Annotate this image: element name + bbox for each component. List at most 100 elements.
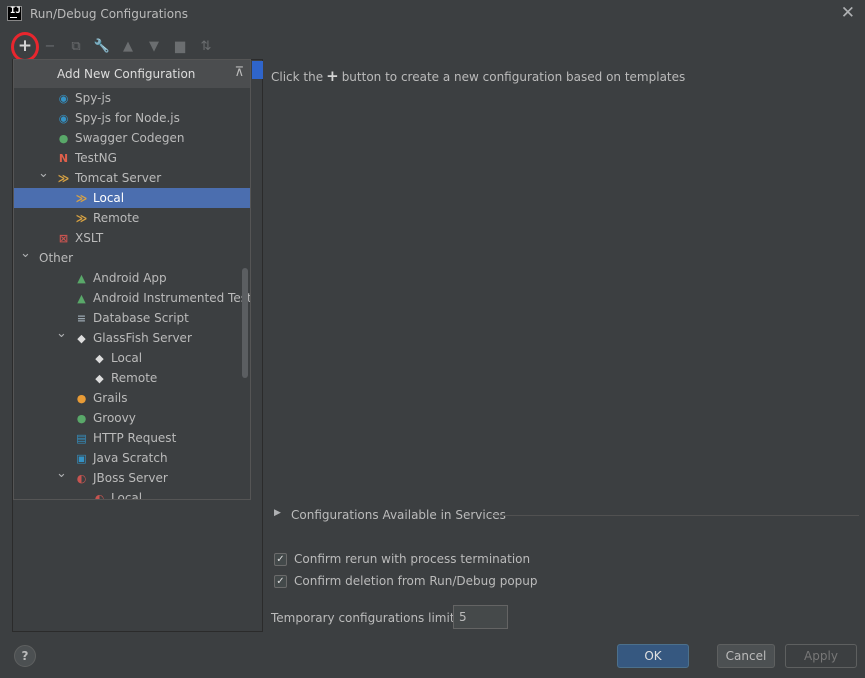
tree-item-label: GlassFish Server bbox=[93, 331, 192, 345]
chevron-down-icon[interactable]: ⌄ bbox=[38, 164, 49, 184]
collapse-all-icon[interactable]: ⊼ bbox=[234, 65, 244, 80]
tree-item[interactable]: ◆ Remote bbox=[14, 368, 250, 388]
arrow-down-icon[interactable]: ▼ bbox=[143, 36, 165, 58]
plus-icon: + bbox=[326, 67, 339, 85]
grails-icon: ● bbox=[76, 392, 87, 405]
close-icon[interactable]: ✕ bbox=[841, 3, 855, 23]
jboss-icon: ◐ bbox=[76, 472, 87, 485]
minus-icon[interactable]: − bbox=[39, 36, 61, 58]
scrollbar[interactable] bbox=[242, 268, 248, 378]
tree-item[interactable]: ◐ Local bbox=[14, 488, 250, 500]
confirm-rerun-label[interactable]: Confirm rerun with process termination bbox=[294, 552, 530, 566]
tree-item-label: Local bbox=[111, 351, 143, 365]
cancel-button[interactable]: Cancel bbox=[717, 644, 775, 668]
highlight-circle bbox=[11, 32, 39, 62]
tree-item[interactable]: ● Swagger Codegen bbox=[14, 128, 250, 148]
arrow-up-icon[interactable]: ▲ bbox=[117, 36, 139, 58]
tree-item-label: Android App bbox=[93, 271, 167, 285]
popup-header: Add New Configuration ⊼ bbox=[14, 60, 250, 88]
tree-item-label: Android Instrumented Tests bbox=[93, 291, 251, 305]
empty-state-hint: Click the + button to create a new configu… bbox=[271, 67, 685, 85]
tree-item[interactable]: ◆ Local bbox=[14, 348, 250, 368]
android-test-icon: ▲ bbox=[77, 292, 86, 305]
tree-item[interactable]: ⌄ ◆ GlassFish Server bbox=[14, 326, 250, 348]
services-section[interactable]: ▶ Configurations Available in Services bbox=[274, 507, 859, 525]
tree-item[interactable]: ≫ Remote bbox=[14, 208, 250, 228]
services-label[interactable]: Configurations Available in Services bbox=[291, 508, 506, 522]
expand-arrow-icon[interactable]: ▶ bbox=[274, 508, 281, 518]
confirm-deletion-checkbox[interactable]: ✓ bbox=[274, 575, 287, 588]
tree-item[interactable]: ▲ Android Instrumented Tests bbox=[14, 288, 250, 308]
glassfish-icon: ◆ bbox=[77, 332, 86, 345]
tomcat-icon: ≫ bbox=[75, 192, 88, 205]
glassfish-icon: ◆ bbox=[95, 352, 104, 365]
tree-item-label: Java Scratch bbox=[93, 451, 168, 465]
window-title: Run/Debug Configurations bbox=[30, 7, 188, 21]
spy-js-node-icon: ◉ bbox=[58, 112, 69, 125]
tree-item[interactable]: ⌄ ◐ JBoss Server bbox=[14, 466, 250, 488]
temp-limit-label: Temporary configurations limit: bbox=[271, 611, 459, 625]
tree-item-label: Local bbox=[93, 191, 125, 205]
sort-icon[interactable]: ⇅ bbox=[195, 36, 217, 58]
tree-item[interactable]: N TestNG bbox=[14, 148, 250, 168]
tree-item[interactable]: ▤ HTTP Request bbox=[14, 428, 250, 448]
copy-icon[interactable]: ⧉ bbox=[65, 36, 87, 58]
tree-item-label: HTTP Request bbox=[93, 431, 177, 445]
jboss-icon: ◐ bbox=[94, 492, 105, 500]
popup-title: Add New Configuration bbox=[57, 67, 196, 81]
http-api-icon: ▤ bbox=[76, 432, 87, 445]
chevron-down-icon[interactable]: ⌄ bbox=[20, 244, 31, 264]
tree-item[interactable]: ≫ Local bbox=[14, 188, 250, 208]
title-bar: IJ Run/Debug Configurations ✕ bbox=[0, 0, 865, 30]
add-configuration-popup: Add New Configuration ⊼ ◉ Spy-js ◉ Spy-js f… bbox=[13, 59, 251, 500]
tree-item[interactable]: ● Grails bbox=[14, 388, 250, 408]
tree-item-label: Swagger Codegen bbox=[75, 131, 185, 145]
java-scratch-icon: ▣ bbox=[76, 452, 87, 465]
folder-plus-icon[interactable]: ▆ bbox=[169, 36, 191, 58]
chevron-down-icon[interactable]: ⌄ bbox=[56, 324, 67, 344]
glassfish-icon: ◆ bbox=[95, 372, 104, 385]
confirm-rerun-checkbox[interactable]: ✓ bbox=[274, 553, 287, 566]
tree-item[interactable]: ⊠ XSLT bbox=[14, 228, 250, 248]
tree-item[interactable]: ≡ Database Script bbox=[14, 308, 250, 328]
tree-item-label: Spy-js bbox=[75, 91, 112, 105]
hint-text-before: Click the bbox=[271, 70, 324, 84]
tree-item[interactable]: ⌄ ≫ Tomcat Server bbox=[14, 166, 250, 188]
tomcat-icon: ≫ bbox=[57, 172, 70, 185]
intellij-logo-icon: IJ bbox=[7, 6, 22, 21]
help-button[interactable]: ? bbox=[14, 645, 36, 667]
groovy-icon: ● bbox=[76, 412, 87, 425]
tree-item[interactable]: ▣ Java Scratch bbox=[14, 448, 250, 468]
tree-item-label: Groovy bbox=[93, 411, 136, 425]
tree-item-label: Spy-js for Node.js bbox=[75, 111, 180, 125]
temp-limit-input[interactable]: 5 bbox=[453, 605, 508, 629]
tree-item[interactable]: ◉ Spy-js for Node.js bbox=[14, 108, 250, 128]
tree-item[interactable]: ● Groovy bbox=[14, 408, 250, 428]
tree-item-label: Database Script bbox=[93, 311, 189, 325]
confirm-deletion-label[interactable]: Confirm deletion from Run/Debug popup bbox=[294, 574, 538, 588]
swagger-icon: ● bbox=[58, 132, 69, 145]
selection-stripe bbox=[252, 61, 263, 79]
ok-button[interactable]: OK bbox=[617, 644, 689, 668]
tree-item-label: Local bbox=[111, 491, 143, 500]
spy-js-icon: ◉ bbox=[58, 92, 69, 105]
tomcat-icon: ≫ bbox=[75, 212, 88, 225]
tree-item-label: Grails bbox=[93, 391, 128, 405]
hint-text-after: button to create a new configuration bas… bbox=[341, 70, 686, 84]
database-icon: ≡ bbox=[76, 312, 87, 325]
xslt-icon: ⊠ bbox=[58, 232, 69, 245]
toolbar: + − ⧉ 🔧 ▲ ▼ ▆ ⇅ bbox=[11, 32, 252, 62]
tree-item-label: Other bbox=[39, 251, 74, 265]
tree-group-other[interactable]: ⌄ Other bbox=[14, 246, 250, 268]
tree-item-label: Remote bbox=[93, 211, 140, 225]
tree-item-label: JBoss Server bbox=[93, 471, 168, 485]
tree-item[interactable]: ▲ Android App bbox=[14, 268, 250, 288]
apply-button[interactable]: Apply bbox=[785, 644, 857, 668]
tree-item-label: Remote bbox=[111, 371, 158, 385]
tree-item[interactable]: ◉ Spy-js bbox=[14, 88, 250, 108]
tree-item-label: TestNG bbox=[75, 151, 117, 165]
chevron-down-icon[interactable]: ⌄ bbox=[56, 464, 67, 484]
separator bbox=[489, 515, 859, 516]
testng-icon: N bbox=[58, 152, 69, 165]
wrench-icon[interactable]: 🔧 bbox=[91, 36, 113, 58]
